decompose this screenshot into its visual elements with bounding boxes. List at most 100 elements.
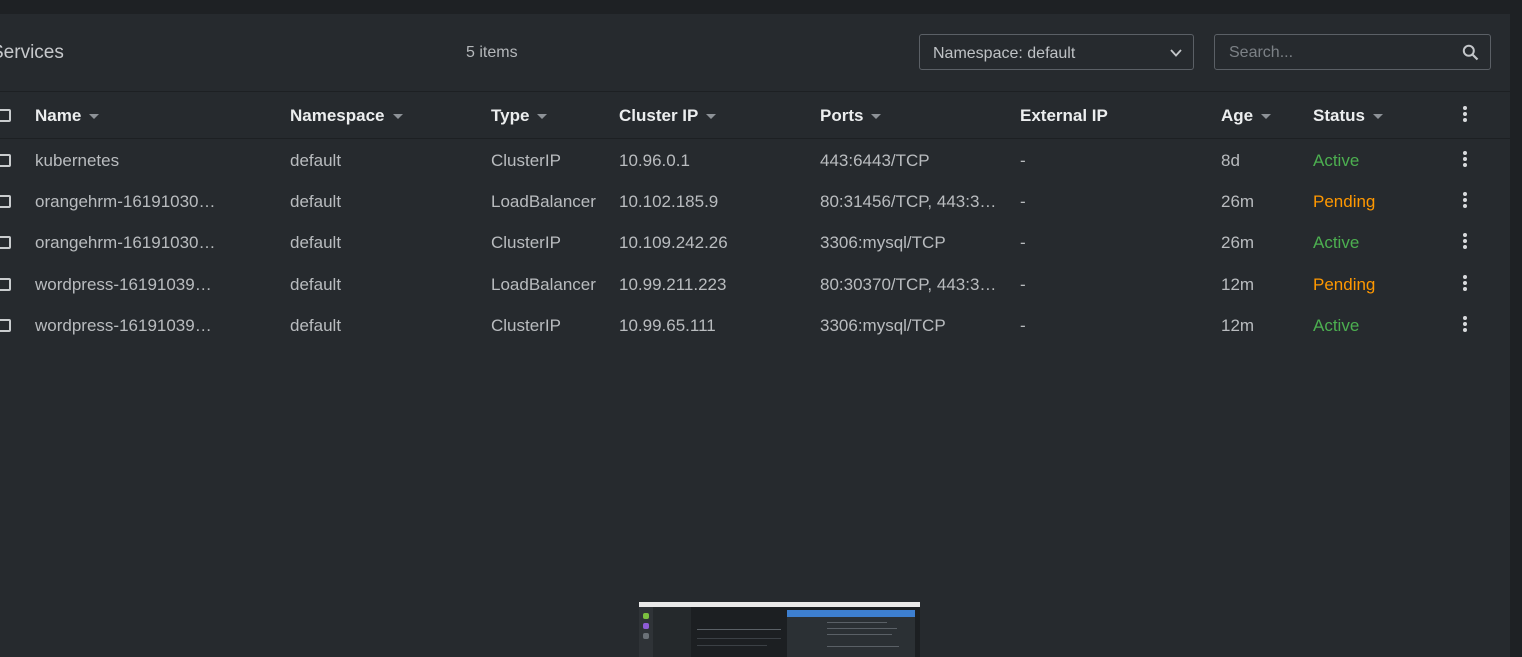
thumbnail-app-icon [643, 623, 649, 629]
cell-age: 26m [1221, 233, 1255, 252]
cell-cluster-ip: 10.102.185.9 [619, 192, 719, 211]
cell-name: orangehrm-16191030… [35, 192, 216, 211]
cell-ports: 80:31456/TCP, 443:3… [820, 192, 997, 211]
services-view: Services 5 items Namespace: default Name… [0, 14, 1510, 657]
cell-cluster-ip: 10.99.211.223 [619, 275, 727, 294]
cell-external-ip: - [1020, 316, 1026, 335]
cell-ports: 80:30370/TCP, 443:3… [820, 275, 997, 294]
list-header: Services 5 items Namespace: default [0, 14, 1510, 92]
column-header-cluster-ip-label: Cluster IP [619, 106, 699, 125]
row-checkbox[interactable] [0, 195, 11, 208]
row-menu-icon[interactable] [1462, 233, 1468, 253]
cell-namespace: default [290, 192, 342, 211]
row-menu-icon[interactable] [1462, 275, 1468, 295]
cell-external-ip: - [1020, 151, 1026, 170]
sort-caret-icon [392, 113, 403, 119]
column-header-age[interactable]: Age [1221, 106, 1272, 126]
item-count: 5 items [466, 44, 518, 61]
cell-name: orangehrm-16191030… [35, 233, 216, 252]
cell-cluster-ip: 10.96.0.1 [619, 151, 690, 170]
row-menu-icon[interactable] [1462, 192, 1468, 212]
column-header-external-ip-label: External IP [1020, 106, 1108, 125]
cell-age: 12m [1221, 275, 1255, 294]
sort-caret-icon [706, 113, 717, 119]
sort-caret-icon [1372, 113, 1383, 119]
page-title: Services [0, 42, 64, 63]
chevron-down-icon [1170, 49, 1182, 57]
table-row[interactable]: orangehrm-16191030… default LoadBalancer… [0, 181, 1510, 222]
row-checkbox[interactable] [0, 278, 11, 291]
column-header-namespace-label: Namespace [290, 106, 385, 125]
window-preview-thumbnail[interactable] [639, 602, 920, 657]
cell-type: ClusterIP [491, 316, 561, 335]
cell-name: wordpress-16191039… [35, 316, 212, 335]
row-menu-icon[interactable] [1462, 316, 1468, 336]
thumbnail-nav [653, 607, 691, 657]
table-row[interactable]: wordpress-16191039… default ClusterIP 10… [0, 305, 1510, 346]
thumbnail-divider [827, 634, 892, 635]
column-header-name-label: Name [35, 106, 82, 125]
thumbnail-divider [827, 646, 899, 647]
thumbnail-divider [827, 622, 887, 623]
cell-external-ip: - [1020, 275, 1026, 294]
status-badge: Pending [1313, 192, 1376, 211]
table-row[interactable]: orangehrm-16191030… default ClusterIP 10… [0, 222, 1510, 263]
column-header-status[interactable]: Status [1313, 106, 1383, 126]
cell-namespace: default [290, 233, 342, 252]
search-input[interactable] [1227, 42, 1451, 64]
column-header-name[interactable]: Name [35, 106, 100, 126]
cell-cluster-ip: 10.109.242.26 [619, 233, 728, 252]
cell-external-ip: - [1020, 233, 1026, 252]
cell-name: wordpress-16191039… [35, 275, 212, 294]
cell-ports: 3306:mysql/TCP [820, 316, 946, 335]
table-header: Name Namespace Type Cluster IP Ports Ext… [0, 92, 1510, 139]
thumbnail-sidebar [639, 607, 653, 657]
cell-age: 12m [1221, 316, 1255, 335]
column-header-cluster-ip[interactable]: Cluster IP [619, 106, 717, 126]
column-header-ports-label: Ports [820, 106, 864, 125]
cell-namespace: default [290, 316, 342, 335]
cell-ports: 443:6443/TCP [820, 151, 930, 170]
column-header-external-ip: External IP [1020, 106, 1108, 126]
table-row[interactable]: kubernetes default ClusterIP 10.96.0.1 4… [0, 140, 1510, 181]
search-field[interactable] [1214, 34, 1491, 70]
table-settings-menu-icon[interactable] [1462, 106, 1468, 126]
cell-type: ClusterIP [491, 151, 561, 170]
thumbnail-app-icon [643, 633, 649, 639]
namespace-select-label: Namespace: default [933, 45, 1076, 62]
thumbnail-divider [827, 628, 897, 629]
row-checkbox[interactable] [0, 319, 11, 332]
row-menu-icon[interactable] [1462, 151, 1468, 171]
thumbnail-divider [697, 638, 781, 639]
column-header-age-label: Age [1221, 106, 1254, 125]
namespace-select[interactable]: Namespace: default [919, 34, 1194, 70]
top-bar [0, 0, 1522, 14]
thumbnail-divider [697, 629, 781, 630]
thumbnail-divider [697, 645, 767, 646]
cell-type: LoadBalancer [491, 275, 596, 294]
thumbnail-app-icon [643, 613, 649, 619]
cell-ports: 3306:mysql/TCP [820, 233, 946, 252]
status-badge: Active [1313, 151, 1360, 170]
column-header-type[interactable]: Type [491, 106, 548, 126]
cell-type: LoadBalancer [491, 192, 596, 211]
cell-age: 8d [1221, 151, 1240, 170]
thumbnail-panel-header [787, 610, 915, 617]
status-badge: Active [1313, 233, 1360, 252]
right-edge-scrollbar[interactable] [1510, 0, 1522, 657]
cell-namespace: default [290, 275, 342, 294]
cell-type: ClusterIP [491, 233, 561, 252]
search-icon[interactable] [1462, 44, 1479, 61]
select-all-checkbox[interactable] [0, 109, 11, 122]
row-checkbox[interactable] [0, 154, 11, 167]
cell-namespace: default [290, 151, 342, 170]
row-checkbox[interactable] [0, 236, 11, 249]
sort-caret-icon [89, 113, 100, 119]
sort-caret-icon [1261, 113, 1272, 119]
sort-caret-icon [871, 113, 882, 119]
column-header-namespace[interactable]: Namespace [290, 106, 403, 126]
column-header-ports[interactable]: Ports [820, 106, 882, 126]
sort-caret-icon [537, 113, 548, 119]
status-badge: Active [1313, 316, 1360, 335]
table-row[interactable]: wordpress-16191039… default LoadBalancer… [0, 264, 1510, 305]
